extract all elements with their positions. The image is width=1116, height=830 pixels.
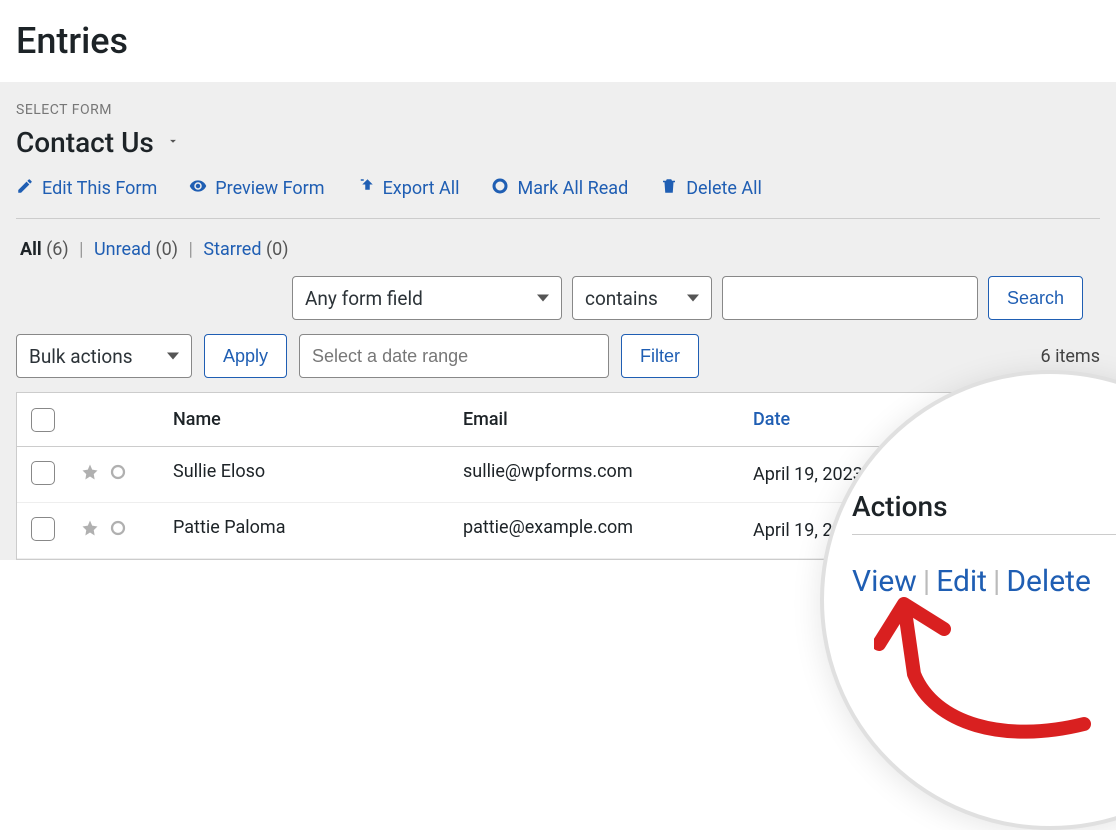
cell-email: pattie@example.com <box>463 517 753 538</box>
delete-link[interactable]: Delete <box>1006 564 1091 599</box>
pagination-count: 6 items <box>1041 346 1100 367</box>
apply-button[interactable]: Apply <box>204 334 287 378</box>
search-condition-select[interactable]: contains <box>572 276 712 320</box>
filter-button[interactable]: Filter <box>621 334 699 378</box>
export-icon <box>357 177 375 200</box>
annotation-arrow <box>874 584 1116 784</box>
filter-all[interactable]: All <box>20 239 42 260</box>
zoom-annotation: Actions View|Edit|Delete <box>820 370 1116 830</box>
view-link[interactable]: View <box>852 564 917 599</box>
entry-filter-tabs: All (6) | Unread (0) | Starred (0) <box>16 239 1100 260</box>
trash-icon <box>660 177 678 200</box>
select-all-checkbox[interactable] <box>31 408 55 432</box>
form-selector[interactable]: Contact Us <box>16 126 1100 159</box>
export-all-link[interactable]: Export All <box>357 177 460 200</box>
column-email[interactable]: Email <box>463 409 753 430</box>
chevron-down-icon <box>166 134 180 152</box>
search-field-select[interactable]: Any form field <box>292 276 562 320</box>
read-status-icon[interactable] <box>109 463 127 486</box>
search-input[interactable] <box>722 276 978 320</box>
pencil-icon <box>16 177 34 200</box>
form-name: Contact Us <box>16 126 154 159</box>
cell-name: Pattie Paloma <box>173 517 463 538</box>
date-range-input[interactable] <box>299 334 609 378</box>
eye-icon <box>189 177 207 200</box>
cell-name: Sullie Eloso <box>173 461 463 482</box>
row-checkbox[interactable] <box>31 517 55 541</box>
filter-unread[interactable]: Unread <box>94 239 151 260</box>
edit-form-link[interactable]: Edit This Form <box>16 177 157 200</box>
read-status-icon[interactable] <box>109 519 127 542</box>
zoom-actions-header: Actions <box>852 490 948 523</box>
page-title: Entries <box>16 20 1116 62</box>
edit-link[interactable]: Edit <box>936 564 987 599</box>
star-icon[interactable] <box>81 519 99 542</box>
star-icon[interactable] <box>81 463 99 486</box>
cell-email: sullie@wpforms.com <box>463 461 753 482</box>
mark-all-read-link[interactable]: Mark All Read <box>491 177 628 200</box>
column-name[interactable]: Name <box>173 409 463 430</box>
row-checkbox[interactable] <box>31 461 55 485</box>
bulk-actions-select[interactable]: Bulk actions <box>16 334 192 378</box>
select-form-label: SELECT FORM <box>16 102 1100 118</box>
preview-form-link[interactable]: Preview Form <box>189 177 324 200</box>
filter-starred[interactable]: Starred <box>203 239 261 260</box>
circle-icon <box>491 177 509 200</box>
delete-all-link[interactable]: Delete All <box>660 177 762 200</box>
search-button[interactable]: Search <box>988 276 1083 320</box>
